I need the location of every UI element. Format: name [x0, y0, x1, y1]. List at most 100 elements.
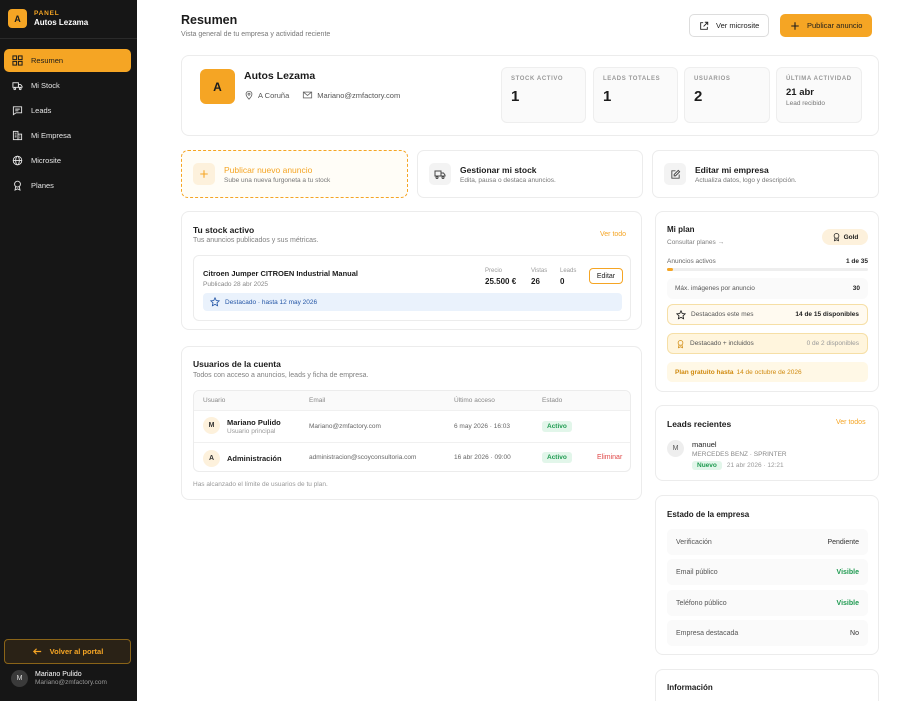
sidebar-item-leads[interactable]: Leads: [4, 99, 131, 122]
sidebar-item-label: Resumen: [31, 56, 64, 65]
edit-icon: [664, 163, 686, 185]
status-label: Empresa destacada: [676, 629, 739, 637]
view-microsite-button[interactable]: Ver microsite: [689, 14, 770, 37]
limit-value: 14 de 15 disponibles: [795, 311, 859, 318]
ads-usage-value: 1 de 35: [845, 258, 868, 265]
sidebar-item-microsite[interactable]: Microsite: [4, 149, 131, 172]
edit-company-action[interactable]: Editar mi empresa Actualiza datos, logo …: [652, 150, 879, 198]
manage-stock-action[interactable]: Gestionar mi stock Edita, pausa o destac…: [417, 150, 643, 198]
column-header: Estado: [542, 397, 563, 404]
price-value: 25.500 €: [485, 277, 517, 286]
recent-leads-card: Leads recientes Ver todos M manuel MERCE…: [655, 405, 879, 481]
plus-icon: [791, 21, 799, 30]
sidebar-item-label: Planes: [31, 181, 54, 190]
limit-value: 0 de 2 disponibles: [806, 340, 859, 347]
user-role: Usuario principal: [227, 428, 276, 435]
grid-icon: [12, 55, 23, 66]
status-label: Teléfono público: [676, 599, 727, 607]
table-header: Usuario Email Último acceso Estado: [194, 391, 630, 411]
sidebar-item-label: Leads: [31, 106, 52, 115]
action-subtitle: Edita, pausa o destaca anuncios.: [460, 176, 556, 184]
view-plans-link[interactable]: Consultar planes →: [667, 239, 724, 246]
free-plan-label: Plan gratuito hasta: [675, 368, 734, 376]
card-title: Tu stock activo: [193, 225, 255, 235]
stat-value: 2: [694, 88, 703, 105]
edit-listing-button[interactable]: Editar: [589, 268, 623, 284]
company-status-card: Estado de la empresa Verificación Pendie…: [655, 495, 879, 655]
plan-images-limit: Máx. imágenes por anuncio 30: [667, 278, 868, 299]
sidebar-item-planes[interactable]: Planes: [4, 174, 131, 197]
card-subtitle: Todos con acceso a anuncios, leads y fic…: [193, 372, 369, 379]
status-badge: Activo: [542, 421, 572, 432]
truck-icon: [429, 163, 451, 185]
listing-views: Vistas 26: [531, 268, 547, 286]
action-subtitle: Sube una nueva furgoneta a tu stock: [224, 176, 331, 184]
sidebar-item-label: Mi Stock: [31, 81, 60, 90]
status-badge: Activo: [542, 452, 572, 463]
listing-item[interactable]: Citroen Jumper CITROEN Industrial Manual…: [193, 255, 631, 321]
status-value: Pendiente: [827, 538, 859, 546]
stat-leads-totales: LEADS TOTALES 1: [593, 67, 678, 123]
company-summary-card: A Autos Lezama A Coruña Mariano@zmfactor…: [181, 55, 879, 136]
lead-item[interactable]: M manuel MERCEDES BENZ · SPRINTER Nuevo …: [667, 440, 787, 470]
limit-label: Máx. imágenes por anuncio: [675, 285, 755, 292]
company-email: Mariano@zmfactory.com: [317, 90, 401, 100]
card-title: Usuarios de la cuenta: [193, 359, 281, 369]
status-row-featured-company: Empresa destacada No: [667, 620, 868, 646]
table-row: M Mariano Pulido Usuario principal Maria…: [194, 411, 630, 442]
status-value: Visible: [836, 599, 859, 607]
current-user[interactable]: M Mariano Pulido Mariano@zmfactory.com: [11, 670, 107, 687]
avatar: A: [203, 450, 220, 467]
status-badge: Nuevo: [692, 461, 722, 470]
message-icon: [12, 106, 23, 116]
limit-label: Destacado + incluidos: [690, 340, 754, 347]
sidebar-item-label: Mi Empresa: [31, 131, 72, 140]
ads-usage: Anuncios activos 1 de 35: [667, 258, 868, 265]
arrow-left-icon: [32, 648, 41, 655]
publish-ad-button[interactable]: Publicar anuncio: [780, 14, 873, 37]
stat-label: ÚLTIMA ACTIVIDAD: [786, 76, 852, 82]
stat-value: 1: [603, 88, 612, 105]
divider: [0, 38, 137, 39]
card-title: Leads recientes: [667, 419, 732, 429]
company-name: Autos Lezama: [244, 70, 316, 82]
account-users-card: Usuarios de la cuenta Todos con acceso a…: [181, 346, 642, 500]
brand-name: Autos Lezama: [34, 18, 89, 27]
avatar: M: [203, 417, 220, 434]
brand-kicker: PANEL: [34, 10, 60, 17]
truck-icon: [12, 82, 23, 91]
back-to-portal-button[interactable]: Volver al portal: [4, 639, 131, 664]
ads-usage-fill: [667, 268, 673, 271]
see-all-stock-link[interactable]: Ver todo: [600, 231, 626, 238]
see-all-leads-link[interactable]: Ver todos: [836, 419, 866, 426]
column-header: Usuario: [203, 397, 226, 404]
users-limit-note: Has alcanzado el límite de usuarios de t…: [193, 481, 328, 488]
sidebar-item-mi-empresa[interactable]: Mi Empresa: [4, 124, 131, 147]
limit-value: 30: [852, 285, 860, 292]
page-subtitle: Vista general de tu empresa y actividad …: [181, 31, 331, 38]
action-subtitle: Actualiza datos, logo y descripción.: [695, 176, 797, 184]
back-to-portal-label: Volver al portal: [49, 647, 104, 656]
publish-ad-label: Publicar anuncio: [807, 21, 863, 30]
action-title: Gestionar mi stock: [460, 164, 537, 175]
action-title: Editar mi empresa: [695, 164, 769, 175]
stat-label: STOCK ACTIVO: [511, 76, 564, 82]
active-stock-card: Tu stock activo Tus anuncios publicados …: [181, 211, 642, 330]
award-icon: [677, 339, 684, 348]
sidebar-item-mi-stock[interactable]: Mi Stock: [4, 74, 131, 97]
listing-date: Publicado 28 abr 2025: [203, 281, 269, 288]
remove-user-button[interactable]: Eliminar: [597, 454, 622, 461]
lead-name: manuel: [692, 440, 717, 449]
card-title: Información: [667, 683, 713, 692]
stat-ultima-actividad: ÚLTIMA ACTIVIDAD 21 abr Lead recibido: [776, 67, 862, 123]
user-email: administracion@scoyconsultoria.com: [309, 454, 417, 461]
listing-price: Precio 25.500 €: [485, 268, 516, 286]
plan-featured-month: Destacados este mes 14 de 15 disponibles: [667, 304, 868, 325]
publish-new-ad-action[interactable]: Publicar nuevo anuncio Sube una nueva fu…: [181, 150, 408, 198]
sidebar-item-resumen[interactable]: Resumen: [4, 49, 131, 72]
globe-icon: [12, 155, 23, 166]
leads-label: Leads: [560, 268, 577, 274]
user-last-access: 16 abr 2026 · 09:00: [454, 454, 511, 461]
user-last-access: 6 may 2026 · 16:03: [454, 423, 511, 430]
sidebar: A PANEL Autos Lezama Resumen Mi Stock Le…: [0, 0, 137, 701]
